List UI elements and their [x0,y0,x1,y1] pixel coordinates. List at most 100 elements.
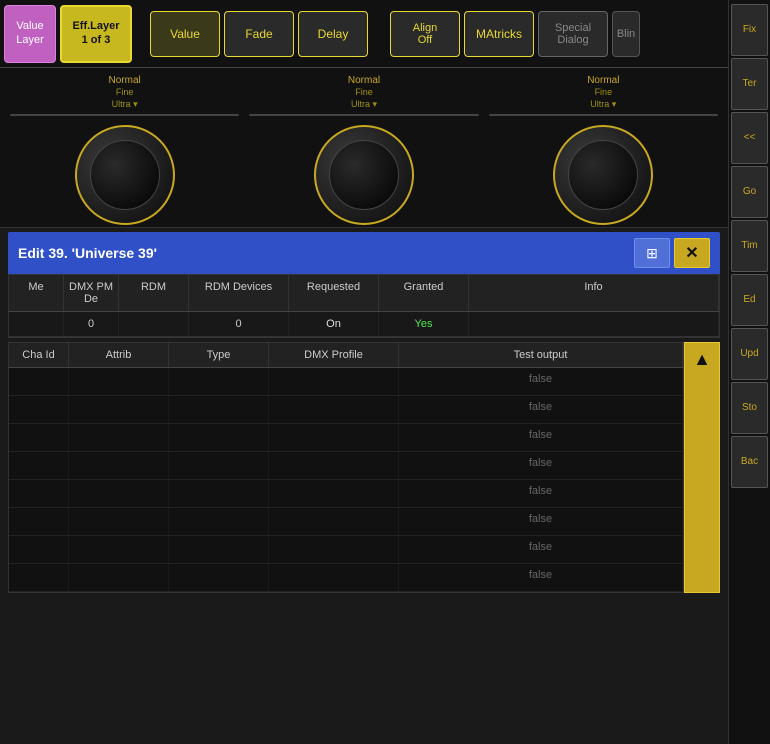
ch6-type [169,508,269,535]
cell-granted: Yes [379,312,469,336]
ch2-attrib [69,396,169,423]
knob-label-2: NormalFineUltra ▾ [348,74,380,110]
col-granted: Granted [379,275,469,311]
ch5-dmx-profile [269,480,399,507]
knob-group-3: NormalFineUltra ▾ ▲ ▼ ◄ ► [489,74,718,221]
knob-1[interactable]: ▲ ▼ ◄ ► [70,120,180,230]
ch5-type [169,480,269,507]
col-type: Type [169,343,269,367]
ch6-test-output: false [399,508,683,535]
ch6-dmx-profile [269,508,399,535]
fade-button[interactable]: Fade [224,11,294,57]
channel-row-8: false [9,564,683,592]
col-info: Info [469,275,719,311]
cell-rdm [119,312,189,336]
ch7-attrib [69,536,169,563]
ch1-test-output: false [399,368,683,395]
cell-requested: On [289,312,379,336]
knob-input-2 [249,114,478,116]
ch7-test-output: false [399,536,683,563]
delay-button[interactable]: Delay [298,11,368,57]
ch7-cha-id [9,536,69,563]
right-sidebar: Fix Ter << Go Tim Ed Upd Sto Bac [728,0,770,744]
channel-row-3: false [9,424,683,452]
ch4-cha-id [9,452,69,479]
channel-table: Cha Id Attrib Type DMX Profile Test outp… [8,342,684,593]
ch1-type [169,368,269,395]
ch3-cha-id [9,424,69,451]
cell-info [469,312,719,336]
sidebar-bac-button[interactable]: Bac [731,436,768,488]
channel-row-4: false [9,452,683,480]
col-dmx: DMX PM De [64,275,119,311]
align-off-button[interactable]: Align Off [390,11,460,57]
ch8-cha-id [9,564,69,591]
col-requested: Requested [289,275,379,311]
ch8-test-output: false [399,564,683,591]
ch4-dmx-profile [269,452,399,479]
dialog-title-bar: Edit 39. 'Universe 39' ⊞ ✕ [8,232,720,274]
ch8-attrib [69,564,169,591]
knob-label-1: NormalFineUltra ▾ [109,74,141,110]
ch8-dmx-profile [269,564,399,591]
scroll-up-button[interactable]: ▲ [684,342,720,593]
col-me: Me [9,275,64,311]
ch1-attrib [69,368,169,395]
knob-input-3 [489,114,718,116]
eff-layer-button[interactable]: Eff.Layer 1 of 3 [60,5,132,63]
sidebar-ed-button[interactable]: Ed [731,274,768,326]
ch5-test-output: false [399,480,683,507]
ch5-attrib [69,480,169,507]
sidebar-fix-button[interactable]: Fix [731,4,768,56]
ch4-test-output: false [399,452,683,479]
col-rdm-devices: RDM Devices [189,275,289,311]
cell-rdm-devices: 0 [189,312,289,336]
ch3-attrib [69,424,169,451]
channel-row-7: false [9,536,683,564]
value-layer-button[interactable]: Value Layer [4,5,56,63]
close-icon: ✕ [685,243,698,263]
dialog-icons: ⊞ ✕ [634,238,710,268]
ch6-attrib [69,508,169,535]
universe-table-row: 0 0 On Yes [9,312,719,337]
ch5-cha-id [9,480,69,507]
knob-3[interactable]: ▲ ▼ ◄ ► [548,120,658,230]
ch2-cha-id [9,396,69,423]
knob-label-3: NormalFineUltra ▾ [587,74,619,110]
col-rdm: RDM [119,275,189,311]
col-dmx-profile: DMX Profile [269,343,399,367]
ch3-dmx-profile [269,424,399,451]
channel-section: Cha Id Attrib Type DMX Profile Test outp… [8,342,720,593]
ch1-cha-id [9,368,69,395]
sidebar-upd-button[interactable]: Upd [731,328,768,380]
camera-button[interactable]: ⊞ [634,238,670,268]
knob-group-1: NormalFineUltra ▾ ▲ ▼ ◄ ► [10,74,239,221]
ch2-test-output: false [399,396,683,423]
toolbar: Value Layer Eff.Layer 1 of 3 Value Fade … [0,0,728,68]
sidebar-go-button[interactable]: Go [731,166,768,218]
sidebar-back-nav-button[interactable]: << [731,112,768,164]
cell-me [9,312,64,336]
ch4-type [169,452,269,479]
ch6-cha-id [9,508,69,535]
channel-table-header: Cha Id Attrib Type DMX Profile Test outp… [9,343,683,368]
universe-table: Me DMX PM De RDM RDM Devices Requested G… [8,274,720,338]
sidebar-sto-button[interactable]: Sto [731,382,768,434]
universe-table-header: Me DMX PM De RDM RDM Devices Requested G… [9,275,719,312]
knob-2[interactable]: ▲ ▼ ◄ ► [309,120,419,230]
close-button[interactable]: ✕ [674,238,710,268]
knob-group-2: NormalFineUltra ▾ ▲ ▼ ◄ ► [249,74,478,221]
ch2-dmx-profile [269,396,399,423]
matricks-button[interactable]: MAtricks [464,11,534,57]
channel-row-6: false [9,508,683,536]
value-button[interactable]: Value [150,11,220,57]
ch3-test-output: false [399,424,683,451]
sidebar-ter-button[interactable]: Ter [731,58,768,110]
dialog-title: Edit 39. 'Universe 39' [18,245,157,261]
channel-row-5: false [9,480,683,508]
sidebar-tim-button[interactable]: Tim [731,220,768,272]
special-dialog-button[interactable]: Special Dialog [538,11,608,57]
col-cha-id: Cha Id [9,343,69,367]
ch7-type [169,536,269,563]
blin-button[interactable]: Blin [612,11,640,57]
